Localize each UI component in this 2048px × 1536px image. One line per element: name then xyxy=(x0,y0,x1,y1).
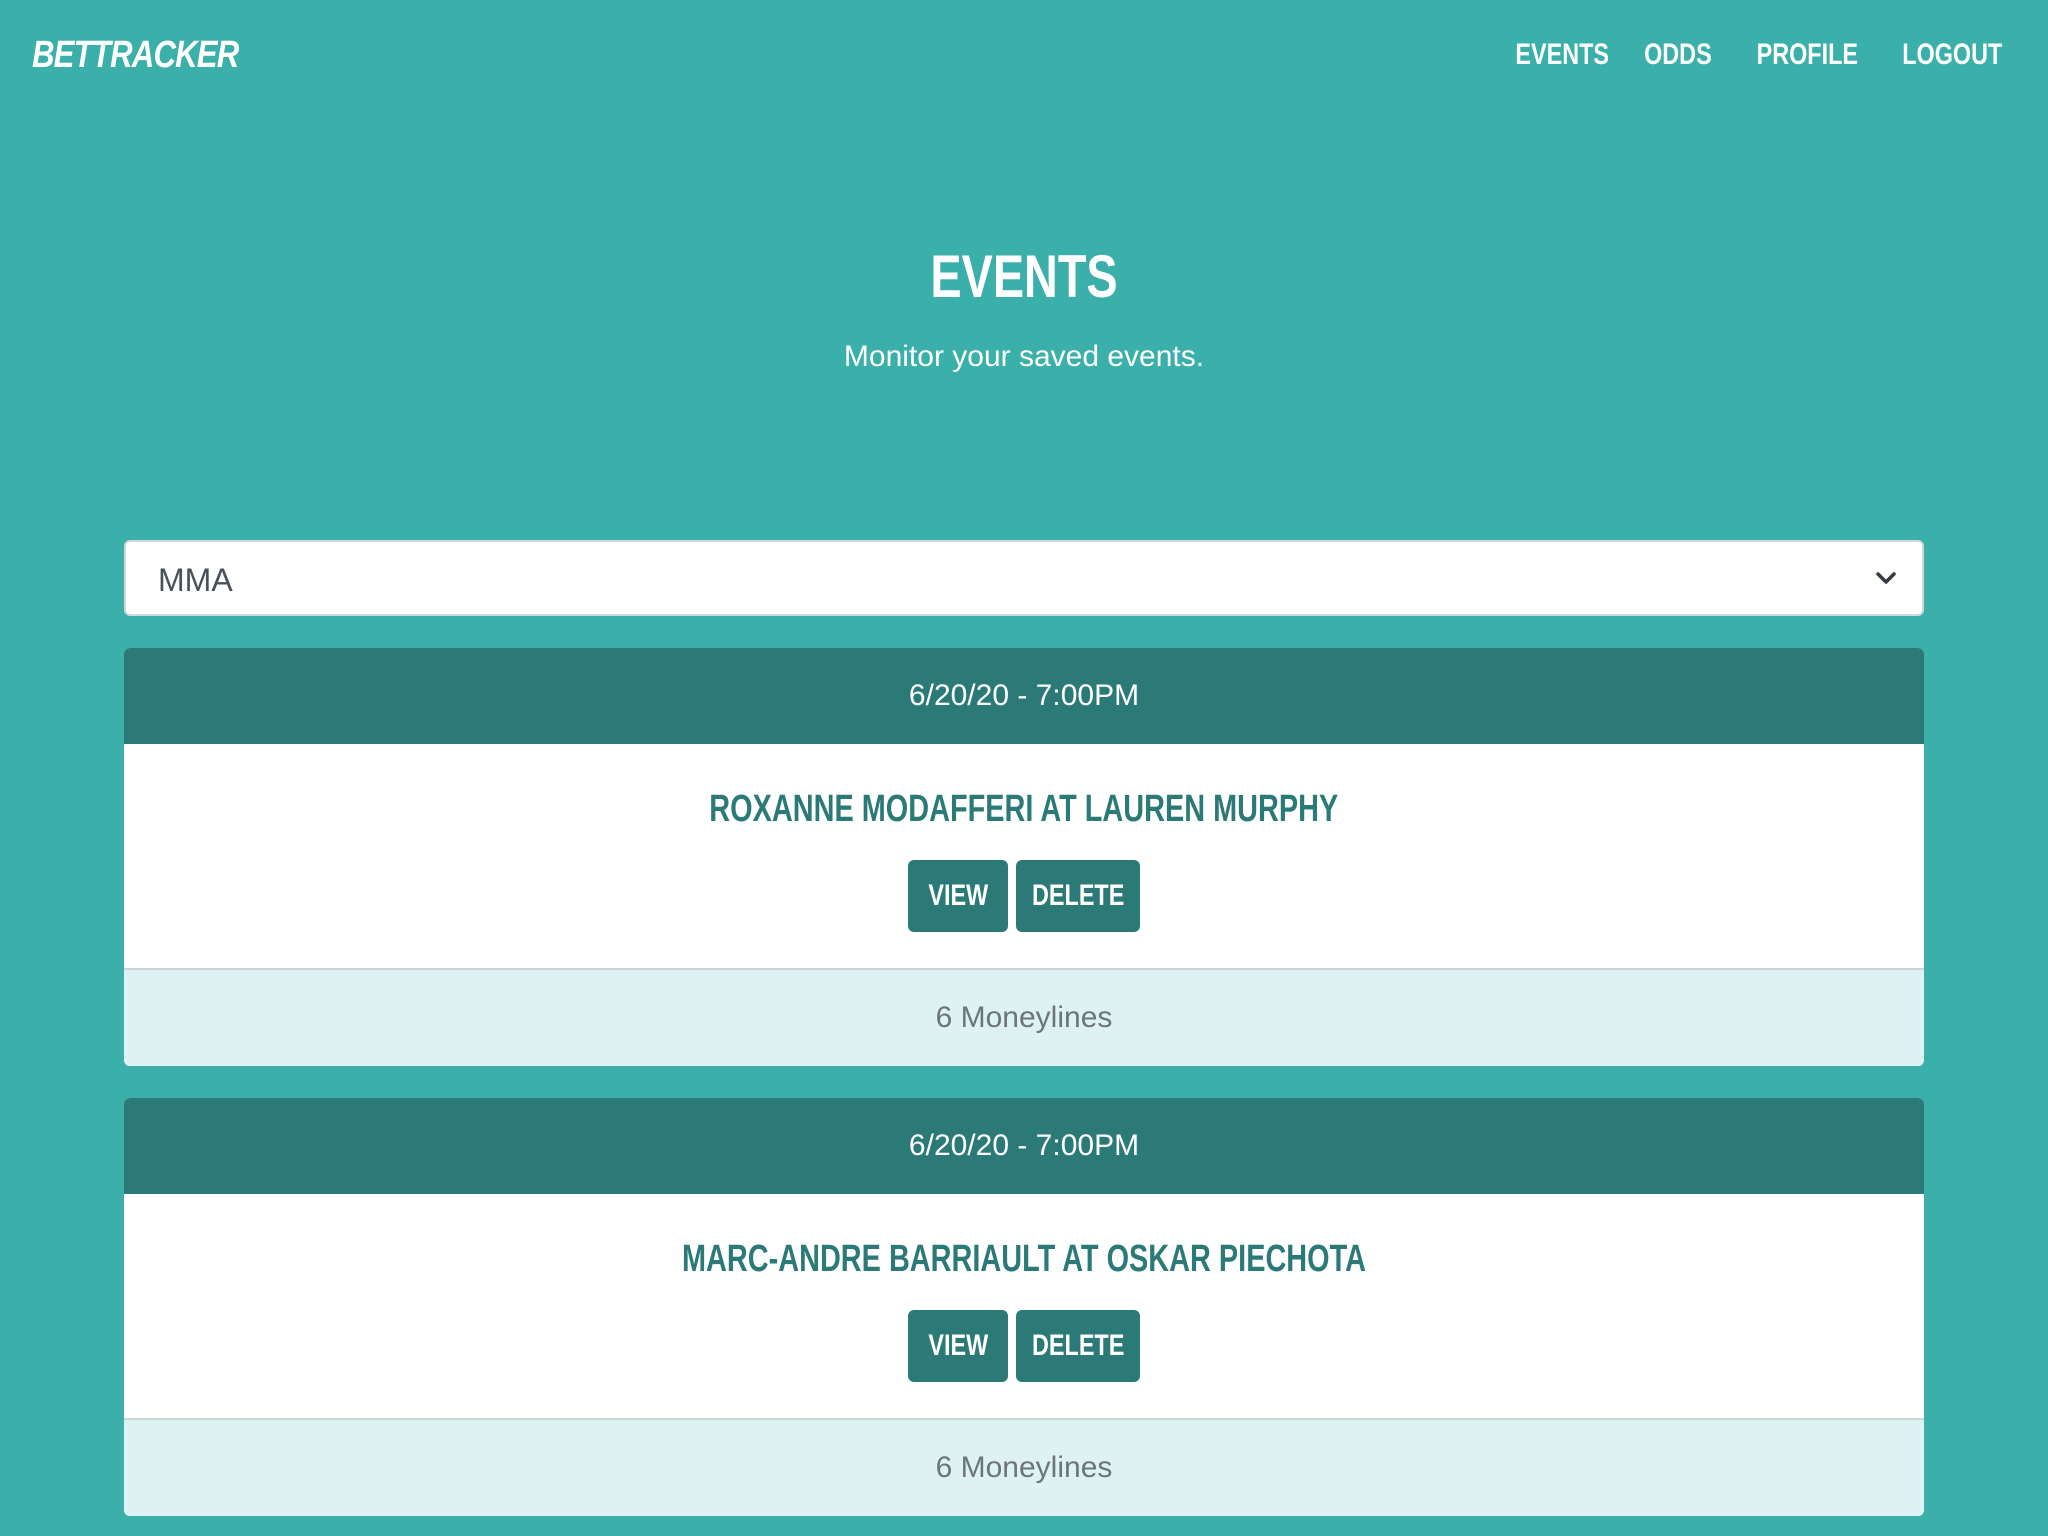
event-moneylines-count: 6 Moneylines xyxy=(124,1418,1924,1516)
delete-button-label: DELETE xyxy=(1031,1329,1125,1362)
delete-button[interactable]: DELETE xyxy=(1016,860,1140,932)
brand-logo[interactable]: BETTRACKER xyxy=(32,34,239,77)
event-card: 6/20/20 - 7:00PM MARC-ANDRE BARRIAULT AT… xyxy=(124,1098,1924,1516)
event-card: 6/20/20 - 7:00PM ROXANNE MODAFFERI AT LA… xyxy=(124,648,1924,1066)
event-card-body: ROXANNE MODAFFERI AT LAUREN MURPHY VIEW … xyxy=(124,744,1924,968)
event-matchup: MARC-ANDRE BARRIAULT AT OSKAR PIECHOTA xyxy=(124,1238,1924,1281)
sport-filter-select[interactable]: MMA xyxy=(124,540,1924,616)
event-matchup: ROXANNE MODAFFERI AT LAUREN MURPHY xyxy=(124,788,1924,831)
page-title: EVENTS xyxy=(0,242,2048,311)
nav-link-profile[interactable]: PROFILE xyxy=(1756,38,1857,72)
event-actions: VIEW DELETE xyxy=(124,860,1924,932)
view-button[interactable]: VIEW xyxy=(908,860,1008,932)
event-datetime: 6/20/20 - 7:00PM xyxy=(124,1098,1924,1194)
view-button[interactable]: VIEW xyxy=(908,1310,1008,1382)
delete-button[interactable]: DELETE xyxy=(1016,1310,1140,1382)
event-moneylines-count: 6 Moneylines xyxy=(124,968,1924,1066)
nav-link-odds[interactable]: ODDS xyxy=(1644,38,1712,72)
sport-filter-value: MMA xyxy=(158,562,233,598)
page-subtitle: Monitor your saved events. xyxy=(843,340,1205,373)
event-actions: VIEW DELETE xyxy=(124,1310,1924,1382)
view-button-label: VIEW xyxy=(928,879,988,912)
delete-button-label: DELETE xyxy=(1031,879,1125,912)
page-title-text: EVENTS xyxy=(930,243,1118,310)
view-button-label: VIEW xyxy=(928,1329,988,1362)
nav-links: EVENTS ODDS PROFILE LOGOUT xyxy=(1503,38,2002,72)
top-navbar: BETTRACKER EVENTS ODDS PROFILE LOGOUT xyxy=(0,0,2048,112)
event-datetime: 6/20/20 - 7:00PM xyxy=(124,648,1924,744)
event-card-body: MARC-ANDRE BARRIAULT AT OSKAR PIECHOTA V… xyxy=(124,1194,1924,1418)
chevron-down-icon xyxy=(1876,572,1896,584)
event-matchup-text: ROXANNE MODAFFERI AT LAUREN MURPHY xyxy=(709,788,1339,830)
event-matchup-text: MARC-ANDRE BARRIAULT AT OSKAR PIECHOTA xyxy=(681,1238,1366,1280)
nav-link-events[interactable]: EVENTS xyxy=(1515,38,1609,72)
nav-link-logout[interactable]: LOGOUT xyxy=(1902,38,2002,72)
